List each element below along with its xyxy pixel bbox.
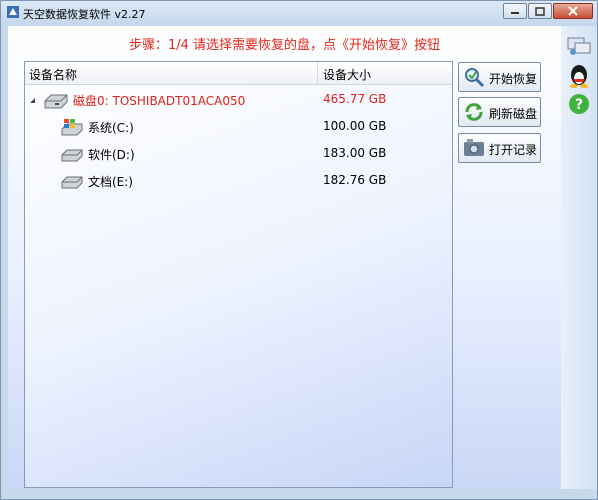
collapse-triangle-icon[interactable] [29,97,36,104]
column-header-name[interactable]: 设备名称 [29,66,77,83]
start-recovery-label: 开始恢复 [489,72,538,86]
start-recovery-button[interactable]: 开始恢复 [458,62,541,92]
partition-size: 182.76 GB [323,173,387,187]
svg-text:?: ? [575,97,583,113]
partition-name: 文档(E:) [88,175,133,189]
list-header: 设备名称 设备大小 [25,62,452,85]
disk-size: 465.77 GB [323,92,387,106]
close-button[interactable] [553,3,593,19]
maximize-icon [535,6,545,16]
minimize-icon [511,12,519,14]
app-window: 天空数据恢复软件 v2.27 步骤：1/4 请选择需要恢复的盘，点《开始恢复》按… [0,0,598,500]
column-divider[interactable] [317,62,318,84]
step-instruction: 步骤：1/4 请选择需要恢复的盘，点《开始恢复》按钮 [128,38,441,53]
partition-size: 100.00 GB [323,119,387,133]
network-computer-icon[interactable] [565,32,593,58]
table-row-partition-d[interactable]: 软件(D:) 183.00 GB [25,143,452,165]
disk-list[interactable]: 设备名称 设备大小 磁盘0: TOSHIBADT01ACA050 465.77 … [24,61,453,488]
minimize-button[interactable] [503,3,527,19]
table-row-partition-c[interactable]: 系统(C:) 100.00 GB [25,116,452,138]
disk-name: 磁盘0: TOSHIBADT01ACA050 [73,94,246,108]
table-row-disk0[interactable]: 磁盘0: TOSHIBADT01ACA050 465.77 GB [25,89,452,111]
window-title: 天空数据恢复软件 v2.27 [23,8,146,21]
drive-icon [61,176,83,189]
table-row-partition-e[interactable]: 文档(E:) 182.76 GB [25,170,452,192]
partition-name: 系统(C:) [88,121,134,135]
close-icon [568,6,578,16]
app-icon [7,6,19,18]
refresh-disk-button[interactable]: 刷新磁盘 [458,97,541,127]
maximize-button[interactable] [528,3,552,19]
help-icon[interactable]: ? [565,92,593,118]
title-bar[interactable]: 天空数据恢复软件 v2.27 [1,1,597,27]
drive-icon [61,149,83,162]
right-toolbar: ? [561,26,597,489]
refresh-icon [465,103,483,121]
qq-penguin-icon[interactable] [565,62,593,88]
main-panel: 步骤：1/4 请选择需要恢复的盘，点《开始恢复》按钮 设备名称 设备大小 磁盘0… [8,26,561,489]
partition-size: 183.00 GB [323,146,387,160]
column-header-size[interactable]: 设备大小 [323,66,371,83]
camera-record-icon [464,139,484,156]
hard-disk-icon [44,94,68,109]
open-record-label: 打开记录 [489,143,538,157]
window-bottom-border [1,489,597,499]
open-record-button[interactable]: 打开记录 [458,133,541,163]
windows-drive-icon [61,119,83,136]
refresh-disk-label: 刷新磁盘 [489,107,538,121]
partition-name: 软件(D:) [88,148,135,162]
magnifier-icon [465,68,485,88]
